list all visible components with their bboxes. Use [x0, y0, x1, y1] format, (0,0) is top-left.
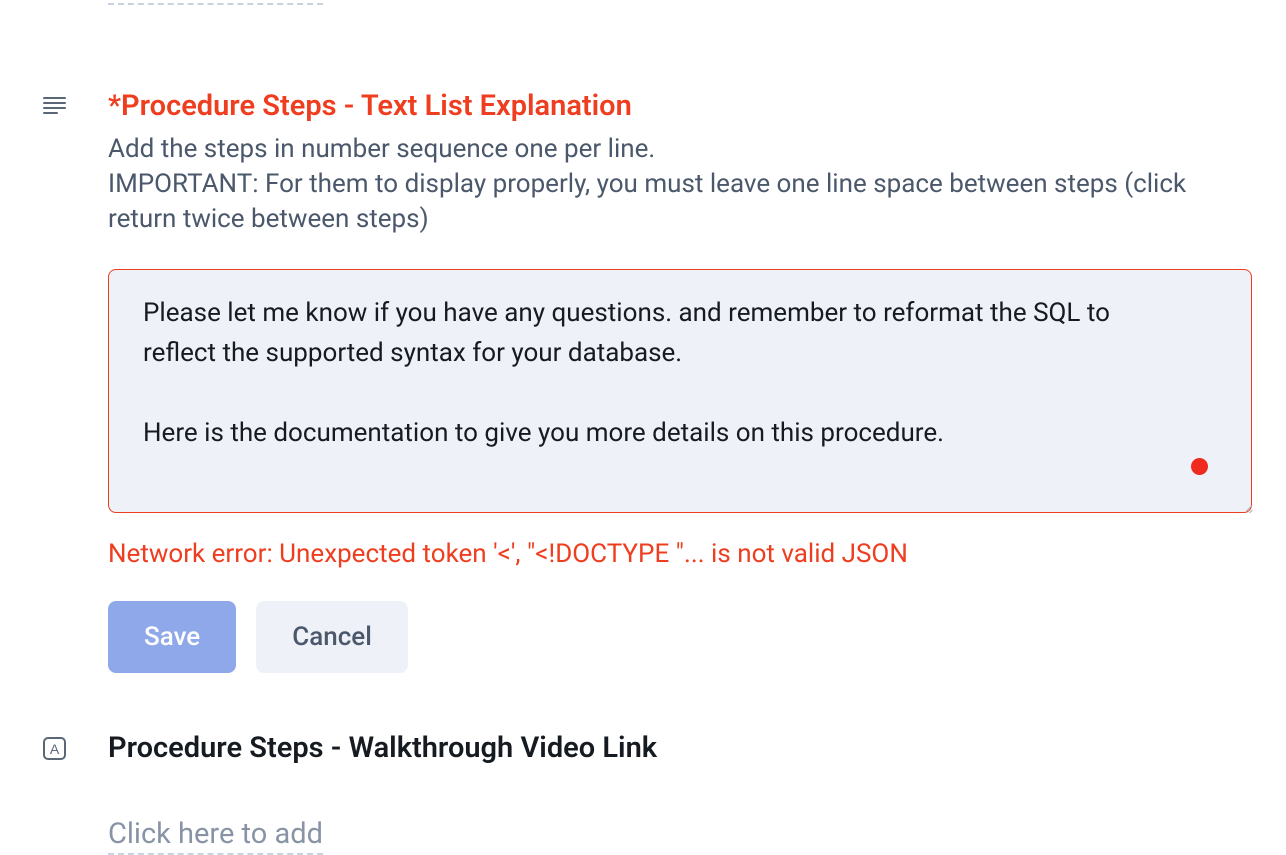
procedure-steps-title: *Procedure Steps - Text List Explanation: [108, 87, 1258, 126]
error-message: Network error: Unexpected token '<', "<!…: [108, 539, 1258, 569]
cancel-button[interactable]: Cancel: [256, 601, 408, 673]
svg-text:A: A: [50, 741, 60, 757]
save-button[interactable]: Save: [108, 601, 236, 673]
text-a-icon: A: [41, 735, 68, 762]
procedure-steps-description: Add the steps in number sequence one per…: [108, 132, 1258, 237]
list-lines-icon: [41, 93, 68, 120]
previous-field-placeholder[interactable]: Click here to add: [108, 0, 323, 5]
video-link-title: Procedure Steps - Walkthrough Video Link: [108, 729, 1258, 768]
procedure-steps-textarea[interactable]: [108, 269, 1252, 513]
video-link-placeholder[interactable]: Click here to add: [108, 817, 323, 855]
